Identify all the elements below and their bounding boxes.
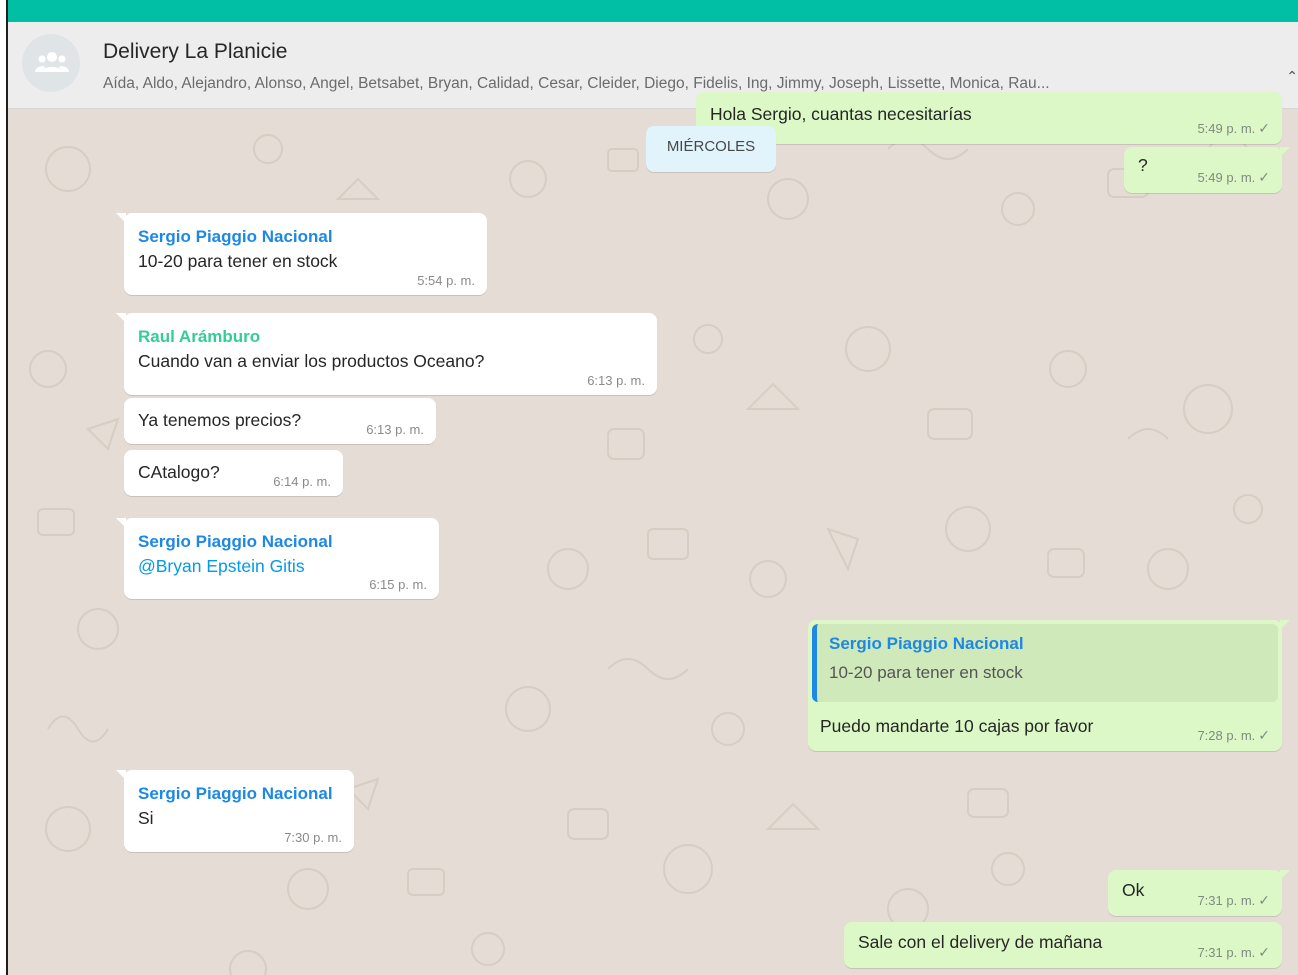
group-icon bbox=[35, 52, 69, 72]
message-meta: 7:31 p. m. ✓ bbox=[1197, 892, 1270, 909]
single-check-icon: ✓ bbox=[1258, 727, 1270, 743]
message-meta: 7:31 p. m. ✓ bbox=[1197, 944, 1270, 961]
message-text: Puedo mandarte 10 cajas por favor bbox=[820, 716, 1094, 736]
message-bubble-outgoing[interactable]: Hola Sergio, cuantas necesitarías 5:49 p… bbox=[696, 92, 1282, 144]
message-bubble-outgoing[interactable]: ? 5:49 p. m. ✓ bbox=[1124, 147, 1290, 193]
message-meta: 7:28 p. m. ✓ bbox=[1197, 727, 1270, 744]
message-time: 7:31 p. m. bbox=[1197, 893, 1256, 908]
message-text: Hola Sergio, cuantas necesitarías bbox=[710, 104, 972, 124]
message-meta: 5:49 p. m. ✓ bbox=[1197, 169, 1270, 186]
message-text: Ok bbox=[1122, 880, 1145, 900]
message-time: 7:31 p. m. bbox=[1197, 945, 1256, 960]
sender-name[interactable]: Raul Arámburo bbox=[138, 327, 643, 347]
sender-name[interactable]: Sergio Piaggio Nacional bbox=[138, 227, 473, 247]
message-bubble-incoming[interactable]: Raul Arámburo Cuando van a enviar los pr… bbox=[116, 313, 657, 395]
header-caret-icon[interactable]: ⌃ bbox=[1286, 68, 1298, 85]
message-bubble-incoming[interactable]: Sergio Piaggio Nacional @Bryan Epstein G… bbox=[116, 518, 439, 599]
date-divider: MIÉRCOLES bbox=[646, 126, 776, 172]
message-bubble-outgoing[interactable]: Ok 7:31 p. m. ✓ bbox=[1108, 870, 1290, 916]
message-time: 6:13 p. m. bbox=[366, 422, 424, 437]
message-time: 7:30 p. m. bbox=[284, 830, 342, 845]
message-bubble-incoming[interactable]: Ya tenemos precios? 6:13 p. m. bbox=[124, 398, 436, 444]
message-meta: 5:49 p. m. ✓ bbox=[1197, 120, 1270, 137]
mention-link[interactable]: @Bryan Epstein Gitis bbox=[138, 556, 305, 576]
single-check-icon: ✓ bbox=[1258, 892, 1270, 908]
participants-list[interactable]: Aída, Aldo, Alejandro, Alonso, Angel, Be… bbox=[103, 75, 1253, 93]
message-bubble-outgoing[interactable]: Sergio Piaggio Nacional 10-20 para tener… bbox=[808, 620, 1290, 751]
message-time: 6:15 p. m. bbox=[369, 577, 427, 592]
quoted-text: 10-20 para tener en stock bbox=[829, 663, 1023, 682]
message-text: Ya tenemos precios? bbox=[138, 410, 302, 430]
single-check-icon: ✓ bbox=[1258, 120, 1270, 136]
message-text: 10-20 para tener en stock bbox=[138, 251, 338, 271]
message-time: 5:49 p. m. bbox=[1197, 170, 1256, 185]
quoted-sender: Sergio Piaggio Nacional bbox=[829, 634, 1024, 653]
message-bubble-incoming[interactable]: Sergio Piaggio Nacional Si 7:30 p. m. bbox=[116, 770, 354, 852]
chat-window: Delivery La Planicie Aída, Aldo, Alejand… bbox=[6, 0, 1298, 975]
message-bubble-incoming[interactable]: CAtalogo? 6:14 p. m. bbox=[124, 450, 343, 496]
message-text: Si bbox=[138, 808, 154, 828]
message-time: 6:14 p. m. bbox=[273, 474, 331, 489]
message-time: 5:49 p. m. bbox=[1197, 121, 1256, 136]
quoted-message[interactable]: Sergio Piaggio Nacional 10-20 para tener… bbox=[812, 624, 1278, 702]
message-text: CAtalogo? bbox=[138, 462, 220, 482]
message-time: 6:13 p. m. bbox=[587, 373, 645, 388]
single-check-icon: ✓ bbox=[1258, 944, 1270, 960]
group-avatar[interactable] bbox=[22, 34, 80, 92]
message-text: Cuando van a enviar los productos Oceano… bbox=[138, 351, 485, 371]
message-bubble-outgoing[interactable]: Sale con el delivery de mañana 7:31 p. m… bbox=[844, 922, 1282, 968]
message-text: ? bbox=[1138, 155, 1148, 175]
message-time: 5:54 p. m. bbox=[417, 273, 475, 288]
message-time: 7:28 p. m. bbox=[1197, 728, 1256, 743]
accent-bar bbox=[8, 0, 1298, 22]
chat-title[interactable]: Delivery La Planicie bbox=[103, 40, 287, 64]
sender-name[interactable]: Sergio Piaggio Nacional bbox=[138, 784, 340, 804]
single-check-icon: ✓ bbox=[1258, 169, 1270, 185]
message-bubble-incoming[interactable]: Sergio Piaggio Nacional 10-20 para tener… bbox=[116, 213, 487, 295]
message-text: Sale con el delivery de mañana bbox=[858, 932, 1103, 952]
sender-name[interactable]: Sergio Piaggio Nacional bbox=[138, 532, 425, 552]
